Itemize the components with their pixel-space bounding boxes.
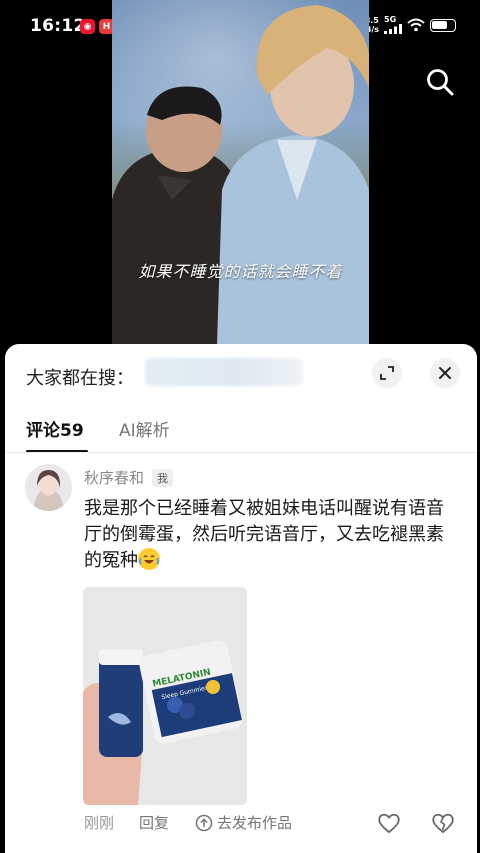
tab-comments[interactable]: 评论59: [26, 416, 84, 441]
publish-work-button[interactable]: 去发布作品: [195, 812, 292, 833]
battery-level: [432, 20, 447, 29]
signal-bars-icon: [384, 24, 402, 34]
trending-search-label: 大家都在搜：: [26, 368, 134, 389]
cellular-signal: 5G: [384, 16, 402, 34]
wifi-icon: [407, 18, 425, 32]
comment-tabs: 评论59 AI解析: [5, 414, 477, 454]
avatar[interactable]: [25, 464, 72, 511]
weibo-icon: ◉: [80, 19, 95, 34]
comment-image[interactable]: MELATONIN Sleep Gummies: [83, 587, 247, 805]
battery-icon: [430, 18, 456, 32]
clock-time: 16:12: [30, 16, 86, 36]
like-button[interactable]: [377, 812, 401, 834]
network-type: 5G: [384, 15, 397, 24]
comment-sheet: 大家都在搜： 评论59 AI解析 秋序春和 我 我是那个已经睡着又被姐妹电话叫醒…: [5, 344, 477, 853]
publish-work-label: 去发布作品: [217, 814, 293, 832]
avatar-image: [25, 464, 72, 511]
close-icon: [439, 367, 451, 379]
reply-button[interactable]: 回复: [139, 812, 169, 833]
me-badge: 我: [152, 468, 174, 487]
comment-time: 刚刚: [84, 814, 115, 832]
author-row: 秋序春和 我: [84, 467, 174, 488]
dislike-button[interactable]: [431, 812, 455, 834]
video-person-right: [217, 5, 369, 344]
tab-ai-analysis[interactable]: AI解析: [119, 416, 170, 441]
close-button[interactable]: [430, 358, 460, 388]
broken-heart-icon: [432, 813, 454, 834]
divider: [5, 452, 477, 453]
melatonin-photo: MELATONIN Sleep Gummies: [83, 587, 247, 805]
comment-text: 我是那个已经睡着又被姐妹电话叫醒说有语音厅的倒霉蛋，然后听完语音厅，又去吃褪黑素…: [84, 496, 454, 574]
comment-actions: 刚刚 回复 去发布作品: [5, 812, 477, 838]
trending-search-bar[interactable]: 大家都在搜：: [5, 344, 477, 402]
expand-icon: [380, 366, 394, 380]
laughing-crying-emoji-icon: [138, 548, 160, 570]
video-player[interactable]: 如果不睡觉的话就会睡不着: [112, 0, 369, 344]
heart-icon: [378, 813, 400, 834]
arrow-up-circle-icon: [195, 814, 213, 831]
search-button[interactable]: [420, 62, 460, 102]
expand-button[interactable]: [372, 358, 402, 388]
video-caption: 如果不睡觉的话就会睡不着: [138, 262, 343, 281]
author-name[interactable]: 秋序春和: [84, 467, 144, 488]
search-icon: [427, 69, 454, 96]
trending-search-term-blurred[interactable]: [145, 358, 303, 386]
